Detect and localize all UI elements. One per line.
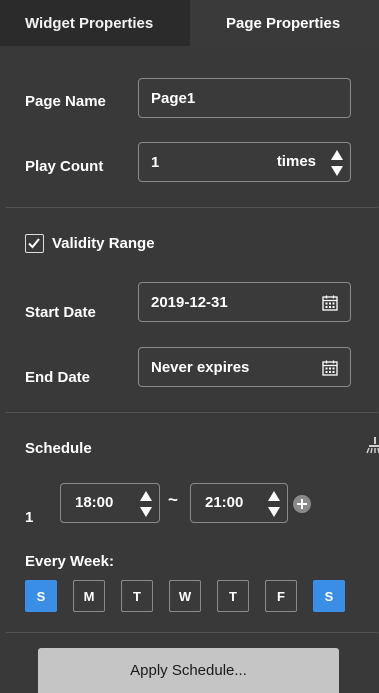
page-name-value: Page1 [151,89,196,107]
stepper-arrows-icon[interactable] [267,488,281,520]
end-time-value: 21:00 [205,494,244,511]
tab-widget-properties[interactable]: Widget Properties [0,0,190,46]
end-time-stepper[interactable]: 21:00 [190,483,288,523]
add-schedule-icon[interactable] [292,494,312,514]
start-date-value: 2019-12-31 [151,293,228,311]
start-time-stepper[interactable]: 18:00 [60,483,160,523]
page-name-label: Page Name [25,93,106,110]
start-date-label: Start Date [25,304,96,321]
play-count-value: 1 [151,153,160,171]
calendar-icon[interactable] [322,360,338,376]
validity-range-label: Validity Range [52,235,155,252]
time-separator: ~ [168,490,178,509]
day-friday[interactable]: F [265,580,297,612]
schedule-label: Schedule [25,440,92,457]
play-count-stepper[interactable]: 1 times [138,142,351,182]
play-count-label: Play Count [25,158,104,175]
day-tuesday[interactable]: T [121,580,153,612]
page-name-input[interactable]: Page1 [138,78,351,118]
validity-range-checkbox[interactable] [25,234,44,253]
end-date-value: Never expires [151,358,250,376]
clear-schedule-broom-icon[interactable] [366,436,379,454]
start-time-value: 18:00 [75,494,114,511]
day-sunday[interactable]: S [25,580,57,612]
end-date-label: End Date [25,369,91,386]
day-wednesday[interactable]: W [169,580,201,612]
end-date-picker[interactable]: Never expires [138,347,351,387]
stepper-arrows-icon[interactable] [139,488,153,520]
start-date-picker[interactable]: 2019-12-31 [138,282,351,322]
schedule-row-index: 1 [25,509,34,526]
checkmark-icon [28,238,40,249]
every-week-label: Every Week: [25,553,114,570]
calendar-icon[interactable] [322,295,338,311]
properties-tabs: Widget Properties Page Properties [0,0,379,46]
day-monday[interactable]: M [73,580,105,612]
stepper-arrows-icon[interactable] [330,147,344,179]
tab-page-properties[interactable]: Page Properties [190,0,379,46]
day-saturday[interactable]: S [313,580,345,612]
apply-schedule-button[interactable]: Apply Schedule... [38,648,339,693]
play-count-unit: times [276,153,316,170]
divider [6,412,378,413]
day-thursday[interactable]: T [217,580,249,612]
divider [6,207,378,208]
divider [6,632,378,633]
